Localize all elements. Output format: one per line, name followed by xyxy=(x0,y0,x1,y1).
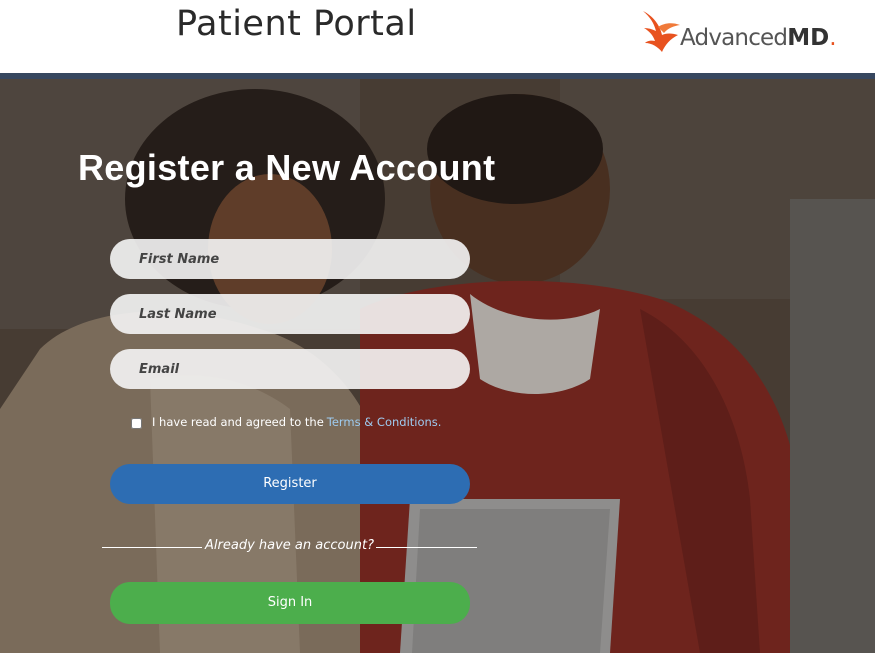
email-input[interactable] xyxy=(110,349,470,389)
already-account-divider: Already have an account? xyxy=(102,537,477,557)
logo-text-bold: MD xyxy=(787,25,830,51)
terms-text: I have read and agreed to the xyxy=(152,415,324,429)
register-heading: Register a New Account xyxy=(78,147,496,188)
terms-checkbox[interactable] xyxy=(131,418,142,429)
page-title: Patient Portal xyxy=(176,4,417,44)
register-button[interactable]: Register xyxy=(110,464,470,504)
first-name-input[interactable] xyxy=(110,239,470,279)
sign-in-button[interactable]: Sign In xyxy=(110,582,470,624)
terms-row: I have read and agreed to the Terms & Co… xyxy=(131,415,441,429)
header: Patient Portal AdvancedMD. xyxy=(0,0,875,73)
hero-section: Register a New Account I have read and a… xyxy=(0,79,875,653)
logo-text-light: Advanced xyxy=(680,25,788,51)
terms-link[interactable]: Terms & Conditions. xyxy=(327,415,442,429)
last-name-input[interactable] xyxy=(110,294,470,334)
advancedmd-logo[interactable]: AdvancedMD. xyxy=(640,9,860,55)
divider-line-right xyxy=(376,547,477,548)
already-account-text: Already have an account? xyxy=(205,538,374,553)
